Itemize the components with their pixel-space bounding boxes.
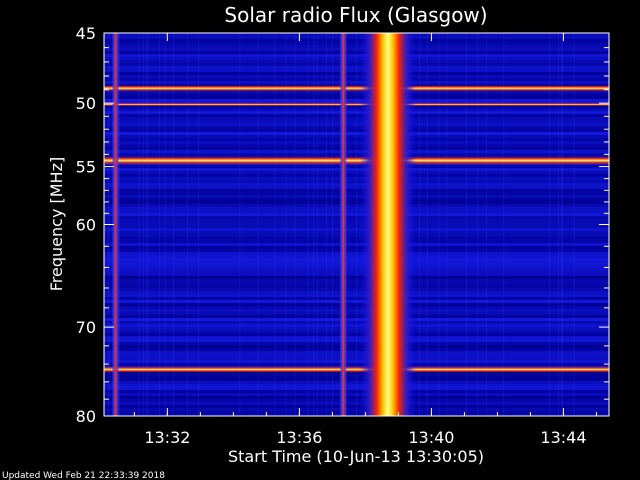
vertical-feature (342, 33, 345, 416)
vertical-feature (114, 33, 117, 416)
y-tick-label: 50 (76, 94, 96, 113)
y-tick-label: 55 (76, 158, 96, 177)
spectrogram-chart: 13:32 13:36 13:40 13:44 45 50 55 60 70 80 Solar … (2, 3, 610, 480)
interference-line (104, 102, 609, 106)
interference-line (104, 366, 609, 373)
x-tick-label: 13:44 (540, 428, 586, 447)
radio-burst (359, 33, 416, 416)
chart-title: Solar radio Flux (Glasgow) (224, 3, 487, 27)
y-tick-label: 70 (76, 318, 96, 337)
x-tick-label: 13:32 (144, 428, 190, 447)
interference-line (104, 156, 609, 165)
y-tick-label: 80 (76, 407, 96, 426)
y-tick-label: 45 (76, 24, 96, 43)
updated-footer: Updated Wed Feb 21 22:33:39 2018 (2, 471, 165, 480)
y-axis-label: Frequency [MHz] (47, 157, 66, 291)
interference-line (104, 85, 609, 92)
y-tick-label: 60 (76, 216, 96, 235)
x-axis-label: Start Time (10-Jun-13 13:30:05) (228, 447, 484, 466)
x-tick-label: 13:40 (408, 428, 454, 447)
x-tick-label: 13:36 (276, 428, 322, 447)
